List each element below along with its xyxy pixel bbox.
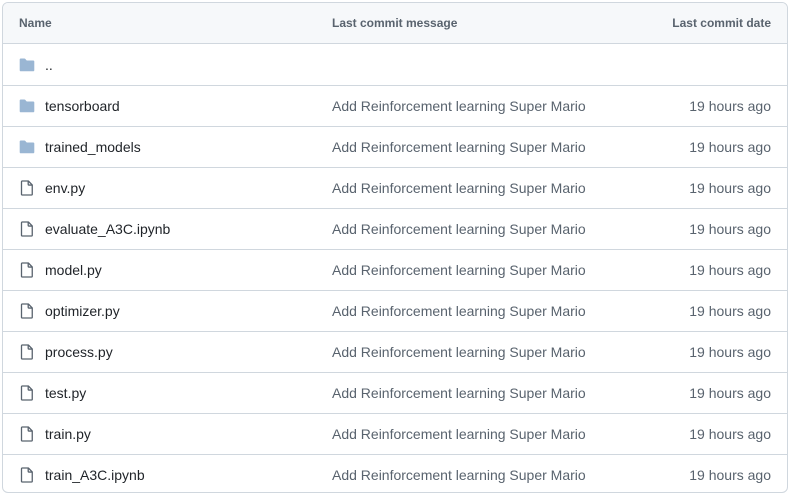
file-icon (19, 344, 35, 360)
commit-message-link[interactable]: Add Reinforcement learning Super Mario (332, 221, 586, 237)
parent-directory-link[interactable]: .. (45, 57, 53, 73)
commit-date: 19 hours ago (689, 344, 771, 360)
commit-date: 19 hours ago (689, 180, 771, 196)
file-link[interactable]: evaluate_A3C.ipynb (45, 221, 170, 237)
commit-message-link[interactable]: Add Reinforcement learning Super Mario (332, 303, 586, 319)
table-row[interactable]: optimizer.py Add Reinforcement learning S… (3, 290, 787, 331)
commit-message-link[interactable]: Add Reinforcement learning Super Mario (332, 467, 586, 483)
file-link[interactable]: process.py (45, 344, 113, 360)
commit-date: 19 hours ago (689, 426, 771, 442)
commit-message-link[interactable]: Add Reinforcement learning Super Mario (332, 385, 586, 401)
commit-date: 19 hours ago (689, 467, 771, 483)
header-commit-message: Last commit message (332, 16, 458, 30)
table-row[interactable]: model.py Add Reinforcement learning Super… (3, 249, 787, 290)
table-row[interactable]: train.py Add Reinforcement learning Super… (3, 413, 787, 454)
file-icon (19, 385, 35, 401)
table-row[interactable]: evaluate_A3C.ipynb Add Reinforcement lear… (3, 208, 787, 249)
header-commit-date: Last commit date (672, 16, 771, 30)
file-icon (19, 262, 35, 278)
header-name: Name (19, 16, 52, 30)
table-row[interactable]: test.py Add Reinforcement learning Super … (3, 372, 787, 413)
folder-link[interactable]: trained_models (45, 139, 141, 155)
commit-message-link[interactable]: Add Reinforcement learning Super Mario (332, 262, 586, 278)
parent-directory-row[interactable]: .. (3, 44, 787, 85)
file-link[interactable]: model.py (45, 262, 102, 278)
file-icon (19, 221, 35, 237)
folder-link[interactable]: tensorboard (45, 98, 120, 114)
commit-message-link[interactable]: Add Reinforcement learning Super Mario (332, 180, 586, 196)
table-row[interactable]: train_A3C.ipynb Add Reinforcement learnin… (3, 454, 787, 492)
folder-icon (19, 57, 35, 73)
file-link[interactable]: env.py (45, 180, 85, 196)
table-header: Name Last commit message Last commit dat… (3, 3, 787, 44)
file-link[interactable]: optimizer.py (45, 303, 120, 319)
commit-date: 19 hours ago (689, 139, 771, 155)
table-row[interactable]: trained_models Add Reinforcement learning… (3, 126, 787, 167)
file-icon (19, 467, 35, 483)
folder-icon (19, 98, 35, 114)
file-link[interactable]: test.py (45, 385, 86, 401)
commit-message-link[interactable]: Add Reinforcement learning Super Mario (332, 98, 586, 114)
commit-date: 19 hours ago (689, 221, 771, 237)
table-row[interactable]: env.py Add Reinforcement learning Super M… (3, 167, 787, 208)
commit-date: 19 hours ago (689, 98, 771, 114)
file-link[interactable]: train_A3C.ipynb (45, 467, 145, 483)
commit-date: 19 hours ago (689, 262, 771, 278)
commit-date: 19 hours ago (689, 303, 771, 319)
file-listing-table: Name Last commit message Last commit dat… (2, 2, 788, 493)
file-icon (19, 180, 35, 196)
folder-icon (19, 139, 35, 155)
commit-message-link[interactable]: Add Reinforcement learning Super Mario (332, 426, 586, 442)
commit-message-link[interactable]: Add Reinforcement learning Super Mario (332, 344, 586, 360)
commit-date: 19 hours ago (689, 385, 771, 401)
file-link[interactable]: train.py (45, 426, 91, 442)
commit-message-link[interactable]: Add Reinforcement learning Super Mario (332, 139, 586, 155)
file-icon (19, 426, 35, 442)
table-body: .. tensorboard Add Reinforcement learning… (3, 44, 787, 492)
file-icon (19, 303, 35, 319)
table-row[interactable]: tensorboard Add Reinforcement learning Su… (3, 85, 787, 126)
table-row[interactable]: process.py Add Reinforcement learning Sup… (3, 331, 787, 372)
